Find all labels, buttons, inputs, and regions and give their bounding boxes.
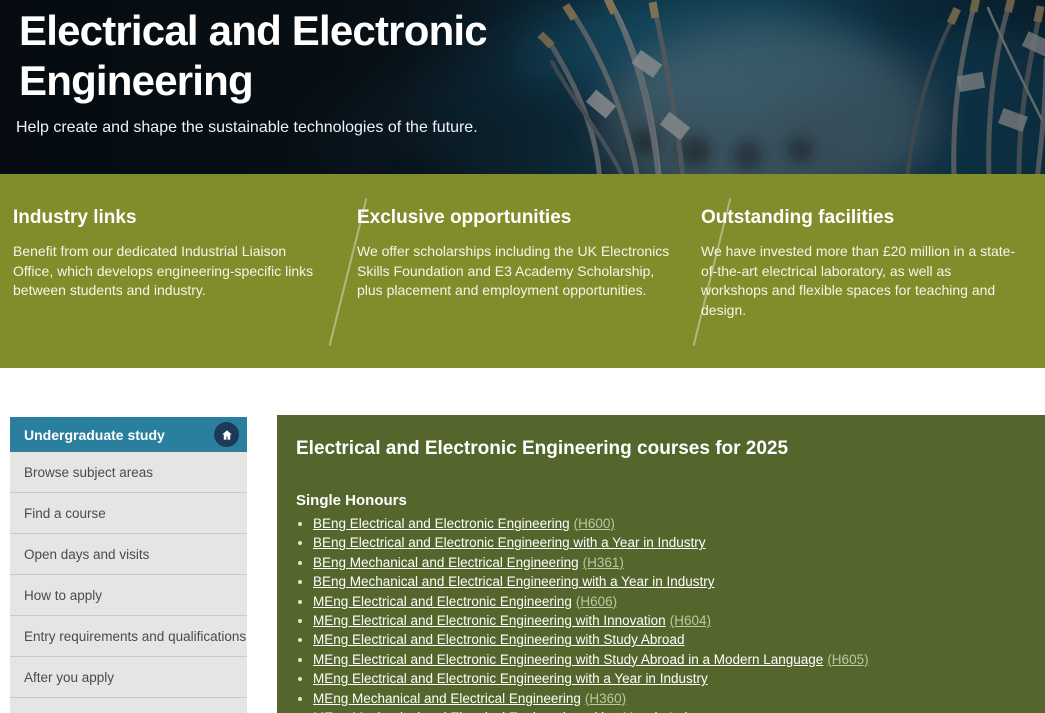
course-list-item: BEng Mechanical and Electrical Engineeri…	[313, 572, 1021, 591]
course-list-item: MEng Mechanical and Electrical Engineeri…	[313, 708, 1021, 713]
course-link[interactable]: MEng Electrical and Electronic Engineeri…	[313, 594, 572, 609]
course-list-item: MEng Electrical and Electronic Engineeri…	[313, 592, 1021, 611]
hero-banner: Electrical and Electronic Engineering He…	[0, 0, 1045, 174]
sidebar-item-after-you-apply[interactable]: After you apply	[10, 657, 247, 698]
sidebar-header-undergraduate-study[interactable]: Undergraduate study	[10, 417, 247, 452]
course-list-item: MEng Electrical and Electronic Engineeri…	[313, 650, 1021, 669]
feature-title: Industry links	[13, 207, 329, 229]
course-code-link[interactable]: (H606)	[576, 594, 617, 609]
feature-body: Benefit from our dedicated Industrial Li…	[13, 242, 329, 301]
course-link[interactable]: BEng Mechanical and Electrical Engineeri…	[313, 574, 715, 589]
sidebar-item-open-days-and-visits[interactable]: Open days and visits	[10, 534, 247, 575]
sidebar-item-browse-subject-areas[interactable]: Browse subject areas	[10, 452, 247, 493]
course-code-link[interactable]: (H361)	[583, 555, 624, 570]
course-link[interactable]: MEng Electrical and Electronic Engineeri…	[313, 671, 708, 686]
sidebar-item-label: Entry requirements and qualifications	[24, 629, 246, 644]
course-link[interactable]: MEng Electrical and Electronic Engineeri…	[313, 613, 666, 628]
sidebar-item-how-to-apply[interactable]: How to apply	[10, 575, 247, 616]
feature-card-industry-links: Industry links Benefit from our dedicate…	[13, 207, 357, 368]
course-code-link[interactable]: (H604)	[670, 613, 711, 628]
page-title: Electrical and Electronic Engineering	[19, 6, 619, 105]
courses-panel: Electrical and Electronic Engineering co…	[277, 415, 1045, 713]
course-list-item: MEng Electrical and Electronic Engineeri…	[313, 630, 1021, 649]
courses-heading: Electrical and Electronic Engineering co…	[296, 438, 1021, 460]
course-list-item: BEng Mechanical and Electrical Engineeri…	[313, 553, 1021, 572]
sidebar-item-label: Browse subject areas	[24, 465, 153, 480]
course-list-item: BEng Electrical and Electronic Engineeri…	[313, 533, 1021, 552]
sidebar-nav: Undergraduate study Browse subject areas…	[10, 417, 247, 713]
course-link[interactable]: MEng Electrical and Electronic Engineeri…	[313, 652, 823, 667]
feature-band: Industry links Benefit from our dedicate…	[0, 174, 1045, 368]
sidebar-item-label: After you apply	[24, 670, 114, 685]
course-link[interactable]: BEng Electrical and Electronic Engineeri…	[313, 535, 705, 550]
feature-body: We offer scholarships including the UK E…	[357, 242, 673, 301]
sidebar-header-label: Undergraduate study	[24, 427, 214, 443]
sidebar-item-label: How to apply	[24, 588, 102, 603]
hero-subtitle: Help create and shape the sustainable te…	[16, 119, 1045, 137]
course-list-item: MEng Electrical and Electronic Engineeri…	[313, 669, 1021, 688]
course-list-item: MEng Mechanical and Electrical Engineeri…	[313, 689, 1021, 708]
spacer	[0, 368, 1045, 415]
course-link[interactable]: BEng Electrical and Electronic Engineeri…	[313, 516, 570, 531]
course-list: BEng Electrical and Electronic Engineeri…	[296, 514, 1021, 713]
course-link[interactable]: BEng Mechanical and Electrical Engineeri…	[313, 555, 579, 570]
lower-section: Undergraduate study Browse subject areas…	[0, 415, 1045, 713]
sidebar-item-find-a-course[interactable]: Find a course	[10, 493, 247, 534]
course-code-link[interactable]: (H360)	[585, 691, 626, 706]
home-icon[interactable]	[214, 422, 239, 447]
feature-title: Exclusive opportunities	[357, 207, 673, 229]
course-link[interactable]: MEng Electrical and Electronic Engineeri…	[313, 632, 684, 647]
courses-subheading: Single Honours	[296, 492, 1021, 509]
course-list-item: BEng Electrical and Electronic Engineeri…	[313, 514, 1021, 533]
course-code-link[interactable]: (H605)	[827, 652, 868, 667]
feature-card-exclusive-opportunities: Exclusive opportunities We offer scholar…	[357, 207, 701, 368]
feature-title: Outstanding facilities	[701, 207, 1017, 229]
sidebar-item-entry-requirements[interactable]: Entry requirements and qualifications	[10, 616, 247, 657]
sidebar-item-label: Open days and visits	[24, 547, 149, 562]
course-list-item: MEng Electrical and Electronic Engineeri…	[313, 611, 1021, 630]
course-link[interactable]: MEng Mechanical and Electrical Engineeri…	[313, 691, 581, 706]
feature-body: We have invested more than £20 million i…	[701, 242, 1017, 320]
sidebar-item-label: Find a course	[24, 506, 106, 521]
sidebar-item-partial[interactable]	[10, 698, 247, 713]
feature-card-outstanding-facilities: Outstanding facilities We have invested …	[701, 207, 1045, 368]
course-code-link[interactable]: (H600)	[574, 516, 615, 531]
